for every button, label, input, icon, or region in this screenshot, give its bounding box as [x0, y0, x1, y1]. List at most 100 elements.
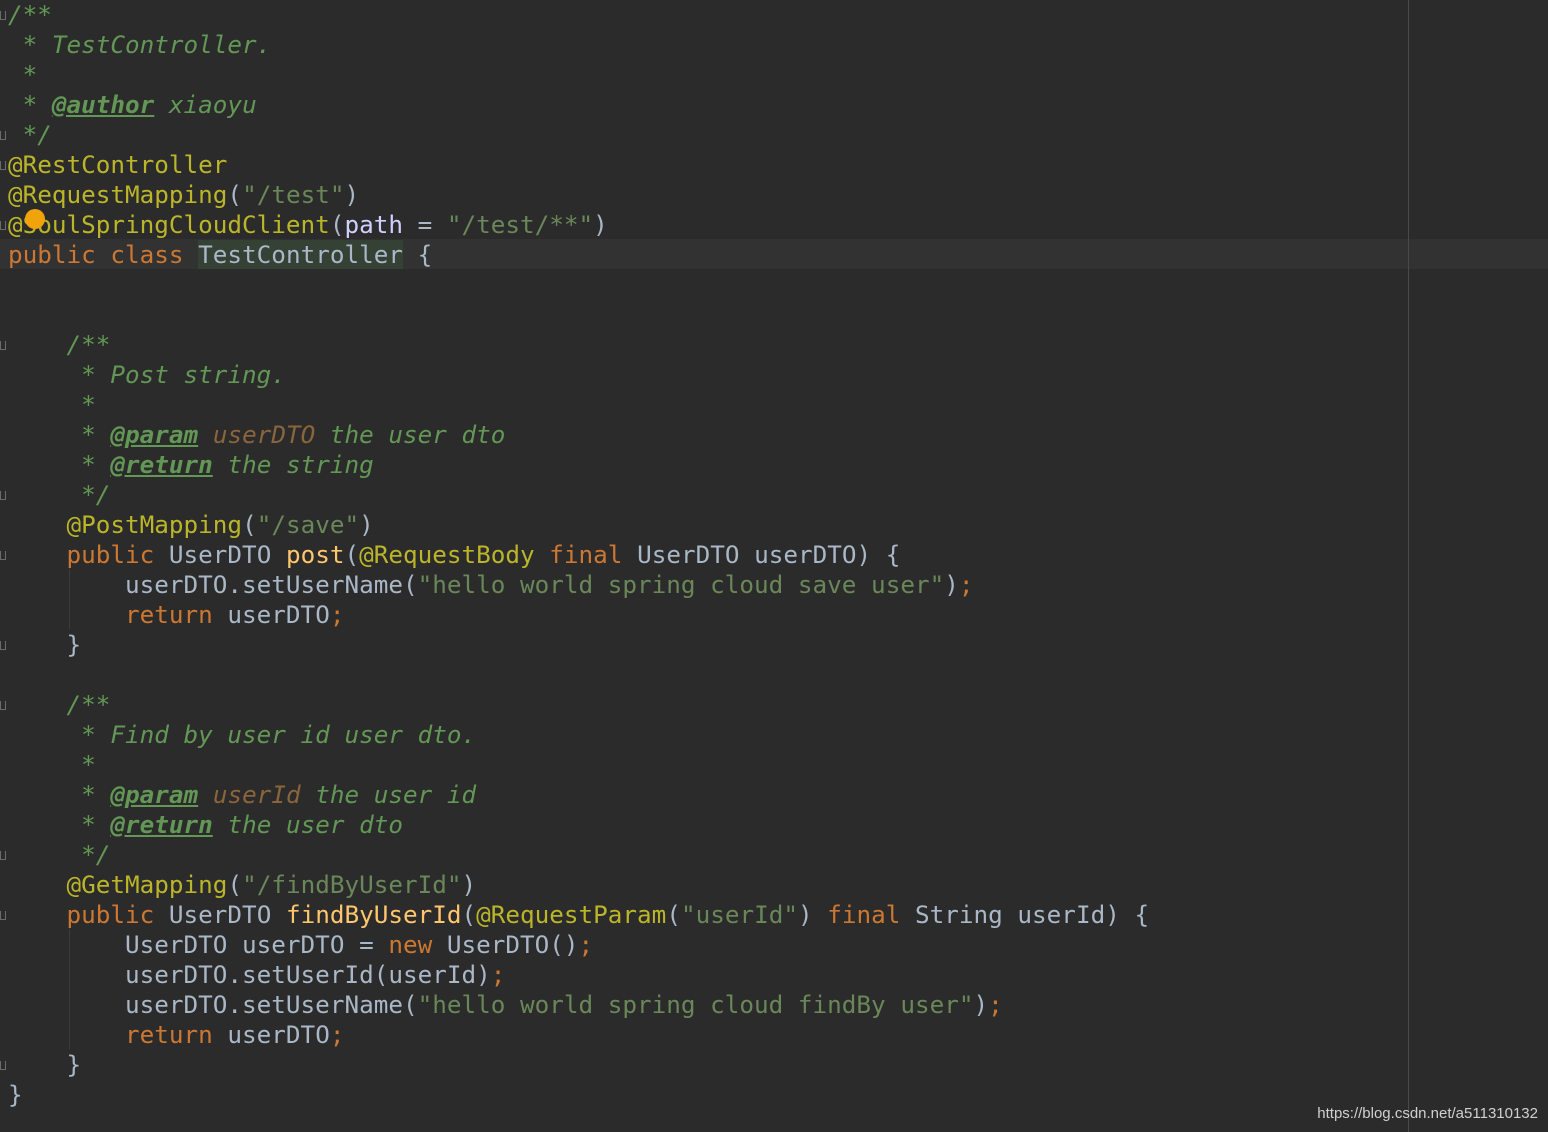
- code-token: the user id: [300, 780, 477, 809]
- code-token: ;: [329, 600, 345, 629]
- code-line[interactable]: userDTO.setUserName("hello world spring …: [8, 570, 973, 600]
- code-token: userDTO: [212, 420, 316, 449]
- code-token: public class: [8, 240, 199, 269]
- code-line[interactable]: /**: [8, 330, 111, 360]
- code-token: ;: [329, 1020, 345, 1049]
- code-line[interactable]: *: [8, 750, 96, 780]
- fold-marker-icon[interactable]: [0, 551, 6, 560]
- code-line[interactable]: }: [8, 630, 82, 660]
- code-line[interactable]: return userDTO;: [8, 1020, 344, 1050]
- fold-marker-icon[interactable]: [0, 911, 6, 920]
- code-line[interactable]: */: [8, 120, 52, 150]
- code-token: final: [812, 900, 916, 929]
- code-token: "/test/**": [446, 210, 594, 239]
- code-token: UserDTO: [168, 900, 286, 929]
- code-line[interactable]: @GetMapping("/findByUserId"): [8, 870, 477, 900]
- code-line[interactable]: * @return the string: [8, 450, 374, 480]
- code-line[interactable]: * @author xiaoyu: [8, 90, 257, 120]
- code-token: * TestController.: [8, 30, 272, 59]
- code-token: *: [8, 810, 111, 839]
- code-token: /**: [8, 0, 52, 29]
- code-token: *: [8, 60, 38, 89]
- code-line[interactable]: public UserDTO findByUserId(@RequestPara…: [8, 900, 1150, 930]
- code-token: @author: [51, 90, 155, 119]
- code-line[interactable]: UserDTO userDTO = new UserDTO();: [8, 930, 593, 960]
- code-token: UserDTO: [168, 540, 286, 569]
- code-line[interactable]: }: [8, 1080, 23, 1110]
- code-token: (: [242, 510, 257, 539]
- code-editor[interactable]: /** * TestController. * * @author xiaoyu…: [0, 0, 1548, 1132]
- code-token: UserDTO userDTO =: [8, 930, 389, 959]
- fold-marker-icon[interactable]: [0, 701, 6, 710]
- code-line[interactable]: /**: [8, 690, 111, 720]
- code-token: =: [402, 210, 447, 239]
- code-token: return: [8, 1020, 228, 1049]
- code-token: }: [8, 1080, 23, 1109]
- code-line[interactable]: }: [8, 1050, 82, 1080]
- lightbulb-icon[interactable]: [25, 209, 45, 229]
- fold-marker-icon[interactable]: [0, 11, 6, 20]
- code-token: userDTO.setUserName(: [8, 990, 418, 1019]
- fold-marker-icon[interactable]: [0, 221, 6, 230]
- fold-marker-icon[interactable]: [0, 161, 6, 170]
- code-line[interactable]: * TestController.: [8, 30, 272, 60]
- watermark: https://blog.csdn.net/a511310132: [1317, 1105, 1538, 1122]
- code-token: ): [944, 570, 959, 599]
- code-line[interactable]: * Find by user id user dto.: [8, 720, 476, 750]
- code-line[interactable]: return userDTO;: [8, 600, 344, 630]
- fold-marker-icon[interactable]: [0, 641, 6, 650]
- code-token: (: [329, 210, 345, 239]
- code-token: @RequestBody: [359, 540, 535, 569]
- code-token: /**: [8, 690, 111, 719]
- code-token: the user dto: [212, 810, 403, 839]
- code-token: TestController: [198, 240, 403, 269]
- code-token: @return: [110, 450, 213, 479]
- code-line[interactable]: @RestController: [8, 150, 227, 180]
- fold-marker-icon[interactable]: [0, 851, 6, 860]
- code-token: final: [534, 540, 638, 569]
- code-token: "/test": [242, 180, 345, 209]
- code-token: /**: [8, 330, 111, 359]
- code-token: new: [388, 930, 447, 959]
- code-token: ;: [988, 990, 1003, 1019]
- code-token: userDTO.setUserName(: [8, 570, 418, 599]
- code-token: userDTO: [227, 1020, 330, 1049]
- code-line[interactable]: * @param userId the user id: [8, 780, 476, 810]
- code-line[interactable]: *: [8, 390, 96, 420]
- code-line[interactable]: @SoulSpringCloudClient(path = "/test/**"…: [8, 210, 608, 240]
- code-token: */: [8, 480, 111, 509]
- code-line[interactable]: */: [8, 480, 110, 510]
- code-line[interactable]: * @param userDTO the user dto: [8, 420, 505, 450]
- code-line[interactable]: */: [8, 840, 110, 870]
- code-token: "/findByUserId": [242, 870, 462, 899]
- code-token: ): [461, 870, 477, 899]
- code-line[interactable]: public class TestController {: [8, 240, 432, 270]
- code-line[interactable]: /**: [8, 0, 52, 30]
- fold-marker-icon[interactable]: [0, 131, 6, 140]
- fold-marker-icon[interactable]: [0, 491, 6, 500]
- code-token: UserDTO(): [446, 930, 579, 959]
- fold-marker-icon[interactable]: [0, 1061, 6, 1070]
- code-token: ): [344, 180, 360, 209]
- code-line[interactable]: *: [8, 60, 38, 90]
- code-token: userDTO.setUserId(userId): [8, 960, 491, 989]
- code-line[interactable]: * Post string.: [8, 360, 286, 390]
- code-token: (: [666, 900, 681, 929]
- code-token: @RequestMapping: [8, 180, 228, 209]
- code-line[interactable]: @PostMapping("/save"): [8, 510, 374, 540]
- code-token: *: [8, 420, 111, 449]
- fold-marker-icon[interactable]: [0, 341, 6, 350]
- code-token: ): [797, 900, 813, 929]
- code-token: (: [227, 870, 243, 899]
- code-line[interactable]: userDTO.setUserId(userId);: [8, 960, 505, 990]
- code-line[interactable]: userDTO.setUserName("hello world spring …: [8, 990, 1003, 1020]
- code-line[interactable]: public UserDTO post(@RequestBody final U…: [8, 540, 901, 570]
- code-line[interactable]: @RequestMapping("/test"): [8, 180, 359, 210]
- code-token: @PostMapping: [66, 510, 243, 539]
- code-token: ;: [958, 570, 974, 599]
- code-line[interactable]: * @return the user dto: [8, 810, 403, 840]
- code-token: * Find by user id user dto.: [8, 720, 477, 749]
- code-token: the string: [212, 450, 374, 479]
